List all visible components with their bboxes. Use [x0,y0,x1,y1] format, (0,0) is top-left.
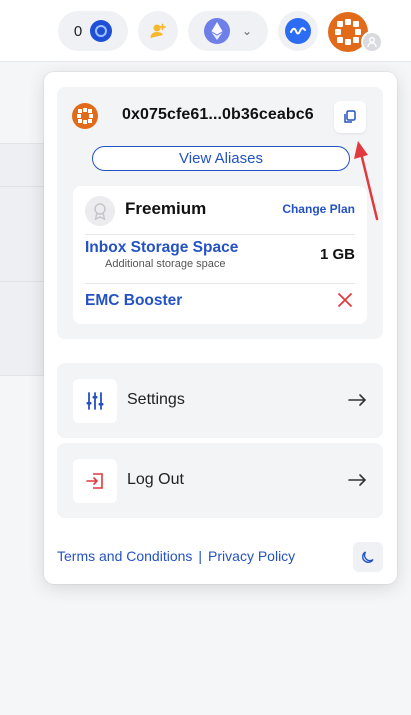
booster-title: EMC Booster [85,292,183,309]
logout-menu-item[interactable]: Log Out [57,443,383,518]
add-user-button[interactable] [138,11,178,51]
account-identicon-icon [72,103,98,129]
sliders-icon [73,379,117,423]
theme-toggle-button[interactable] [353,542,383,572]
plan-badge-icon [85,196,115,226]
settings-menu-item[interactable]: Settings [57,363,383,438]
annotation-arrow-icon [354,141,379,221]
emc-coin-icon [90,20,113,42]
account-dropdown: 0x075cfe61...0b36ceabc6 View Aliases Fre… [44,72,397,584]
chevron-down-icon: ⌄ [241,24,253,38]
add-user-icon [150,23,166,38]
divider [85,234,355,235]
moon-icon [362,551,374,563]
balance-pill[interactable]: 0 [58,11,128,51]
logout-label: Log Out [127,471,184,488]
arrow-right-icon [348,394,367,406]
terms-link[interactable]: Terms and Conditions [57,548,192,564]
view-aliases-button[interactable]: View Aliases [92,146,350,171]
storage-value: 1 GB [319,246,355,263]
copy-icon [344,110,356,123]
copy-address-button[interactable] [334,101,366,133]
view-aliases-label: View Aliases [179,150,263,167]
balance-value: 0 [73,22,83,40]
wave-button[interactable] [278,11,318,51]
settings-label: Settings [127,391,185,408]
divider [85,283,355,284]
storage-title: Inbox Storage Space [85,239,239,256]
network-selector[interactable]: ⌄ [188,11,268,51]
wallet-address: 0x075cfe61...0b36ceabc6 [122,106,314,123]
plan-name: Freemium [125,199,207,218]
privacy-link[interactable]: Privacy Policy [208,548,295,564]
change-plan-link[interactable]: Change Plan [282,202,355,216]
user-badge-icon [361,31,383,53]
logout-icon [73,459,117,503]
storage-subtitle: Additional storage space [105,258,226,270]
wave-icon [285,18,311,44]
account-card: 0x075cfe61...0b36ceabc6 View Aliases Fre… [57,87,383,339]
close-icon[interactable] [337,292,353,308]
footer-links: Terms and Conditions | Privacy Policy [57,548,295,564]
ethereum-icon [203,18,230,44]
footer-separator: | [198,548,203,564]
plan-box: Freemium Change Plan Inbox Storage Space… [73,186,367,324]
arrow-right-icon [348,474,367,486]
